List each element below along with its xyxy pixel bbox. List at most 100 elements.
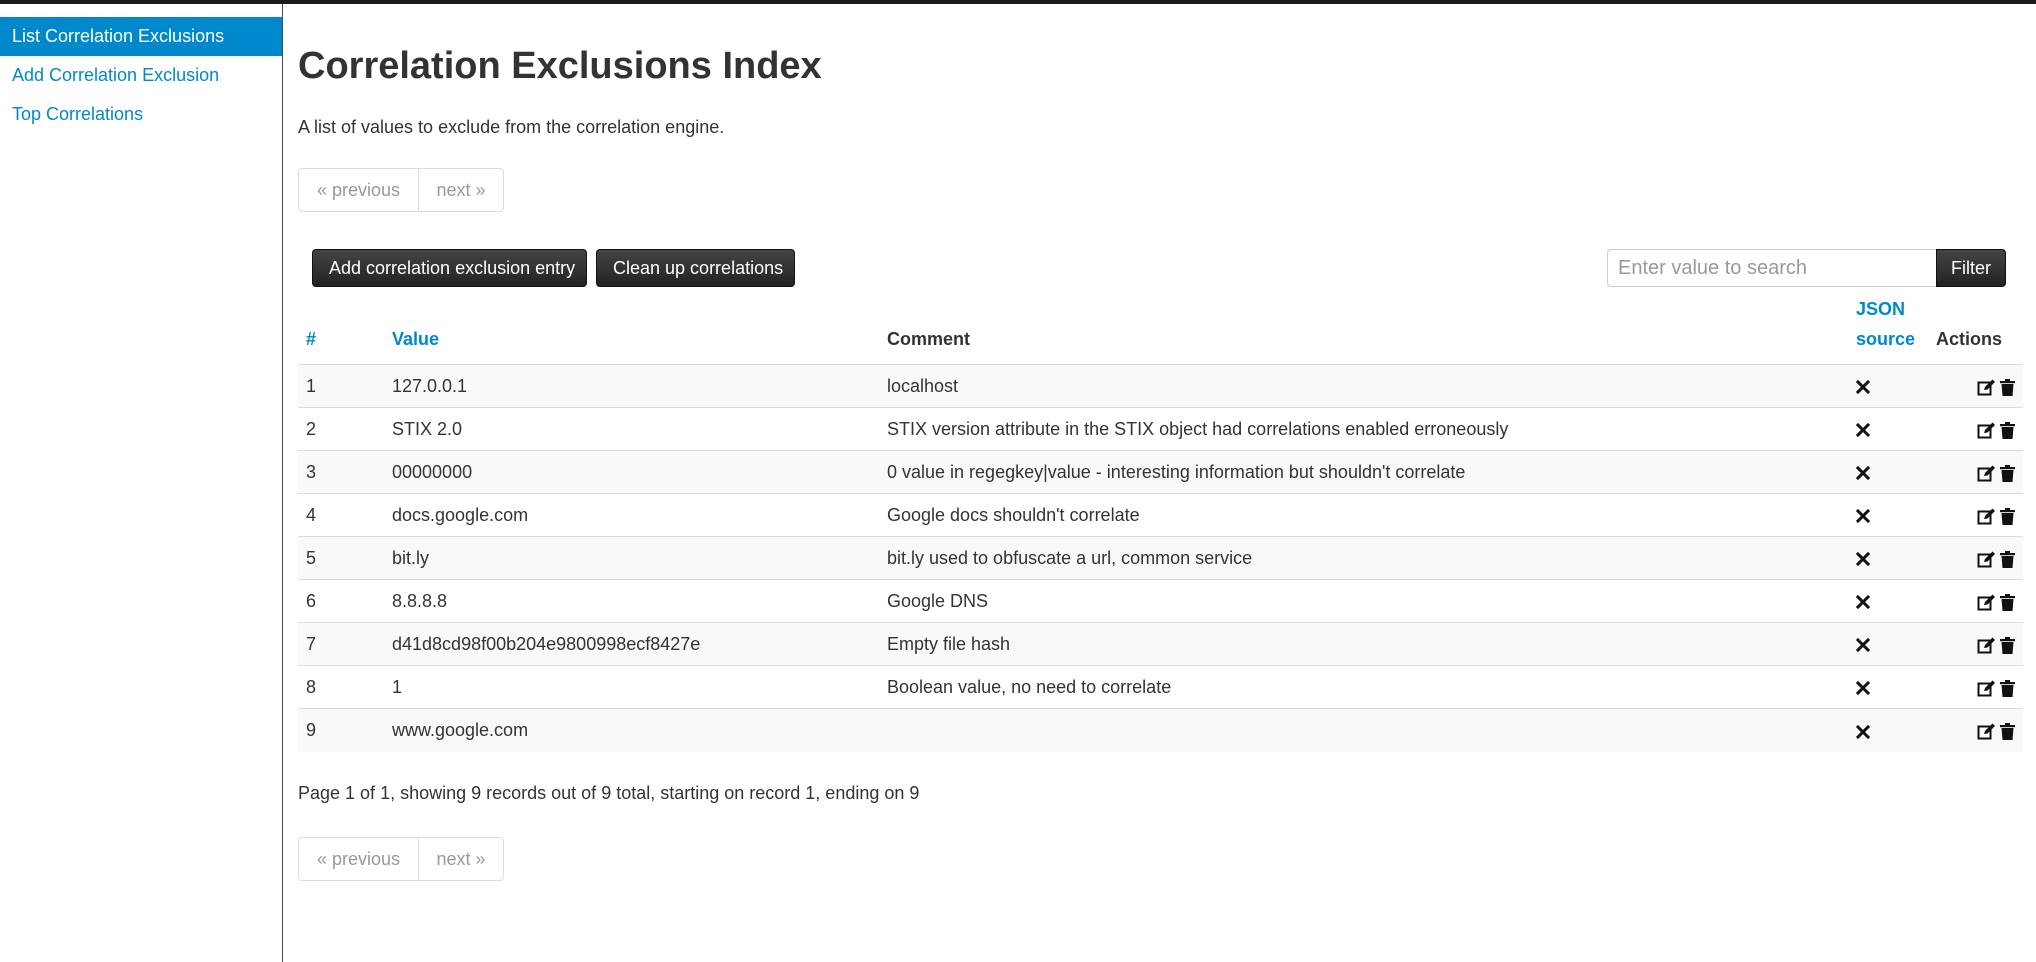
cell-id: 9 <box>298 708 384 752</box>
table-row: 9 www.google.com <box>298 708 2023 752</box>
search-input[interactable] <box>1607 249 1936 287</box>
cell-actions <box>1928 622 2023 666</box>
times-icon <box>1856 638 1870 653</box>
cell-json-source <box>1848 407 1928 451</box>
next-page-button-bottom[interactable]: next » <box>419 838 503 880</box>
edit-icon[interactable] <box>1977 551 1996 568</box>
column-header-actions: Actions <box>1928 294 2023 365</box>
cell-json-source <box>1848 665 1928 709</box>
edit-icon[interactable] <box>1977 594 1996 611</box>
filter-button[interactable]: Filter <box>1936 249 2006 287</box>
edit-icon[interactable] <box>1977 379 1996 396</box>
edit-icon[interactable] <box>1977 422 1996 439</box>
cell-comment: localhost <box>879 364 1848 408</box>
pagination-bottom: « previous next » <box>298 837 504 881</box>
cell-value: 8.8.8.8 <box>384 579 879 623</box>
previous-page-button[interactable]: « previous <box>299 169 419 211</box>
table-row: 5 bit.ly bit.ly used to obfuscate a url, c… <box>298 536 2023 580</box>
cell-id: 1 <box>298 364 384 408</box>
edit-icon[interactable] <box>1977 465 1996 482</box>
cell-comment: bit.ly used to obfuscate a url, common s… <box>879 536 1848 580</box>
table-row: 7 d41d8cd98f00b204e9800998ecf8427e Empty f… <box>298 622 2023 666</box>
cell-value: d41d8cd98f00b204e9800998ecf8427e <box>384 622 879 666</box>
times-icon <box>1856 724 1870 739</box>
pagination-top: « previous next » <box>298 168 504 212</box>
previous-page-button-bottom[interactable]: « previous <box>299 838 419 880</box>
cell-id: 4 <box>298 493 384 537</box>
cell-value: 127.0.0.1 <box>384 364 879 408</box>
table-row: 3 00000000 0 value in regegkey|value - int… <box>298 450 2023 494</box>
sidebar-item-add-correlation-exclusion[interactable]: Add Correlation Exclusion <box>0 56 282 95</box>
cell-actions <box>1928 665 2023 709</box>
cell-id: 8 <box>298 665 384 709</box>
trash-icon[interactable] <box>2000 679 2015 697</box>
cell-actions <box>1928 536 2023 580</box>
edit-icon[interactable] <box>1977 723 1996 740</box>
cell-value: STIX 2.0 <box>384 407 879 451</box>
cell-id: 6 <box>298 579 384 623</box>
table-row: 1 127.0.0.1 localhost <box>298 364 2023 408</box>
trash-icon[interactable] <box>2000 593 2015 611</box>
trash-icon[interactable] <box>2000 636 2015 654</box>
cell-json-source <box>1848 450 1928 494</box>
pagination-summary: Page 1 of 1, showing 9 records out of 9 … <box>298 783 920 803</box>
trash-icon[interactable] <box>2000 421 2015 439</box>
times-icon <box>1856 681 1870 696</box>
cell-json-source <box>1848 579 1928 623</box>
column-header-value[interactable]: Value <box>384 294 879 365</box>
times-icon <box>1856 552 1870 567</box>
cell-json-source <box>1848 364 1928 408</box>
correlation-exclusions-table: # Value Comment JSON source Actions 1 127… <box>298 294 2023 752</box>
page-description: A list of values to exclude from the cor… <box>298 117 725 137</box>
trash-icon[interactable] <box>2000 723 2015 740</box>
cell-json-source <box>1848 493 1928 537</box>
page-title: Correlation Exclusions Index <box>298 45 822 87</box>
cell-id: 7 <box>298 622 384 666</box>
cell-comment: Boolean value, no need to correlate <box>879 665 1848 709</box>
cell-id: 5 <box>298 536 384 580</box>
cell-comment: 0 value in regegkey|value - interesting … <box>879 450 1848 494</box>
trash-icon[interactable] <box>2000 550 2015 568</box>
json-header-line1: JSON <box>1856 299 1906 319</box>
cell-actions <box>1928 579 2023 623</box>
cell-actions <box>1928 493 2023 537</box>
cell-value: www.google.com <box>384 708 879 752</box>
next-page-button[interactable]: next » <box>419 169 503 211</box>
cell-value: 00000000 <box>384 450 879 494</box>
column-header-id[interactable]: # <box>298 294 384 365</box>
cell-comment: Google docs shouldn't correlate <box>879 493 1848 537</box>
table-row: 4 docs.google.com Google docs shouldn't co… <box>298 493 2023 537</box>
cell-comment: Google DNS <box>879 579 1848 623</box>
clean-up-correlations-button[interactable]: Clean up correlations <box>596 249 795 287</box>
trash-icon[interactable] <box>2000 464 2015 482</box>
cell-value: docs.google.com <box>384 493 879 537</box>
json-header-line2: source <box>1856 329 1916 349</box>
cell-value: bit.ly <box>384 536 879 580</box>
cell-comment: Empty file hash <box>879 622 1848 666</box>
times-icon <box>1856 509 1870 524</box>
trash-icon[interactable] <box>2000 378 2015 396</box>
sidebar-item-top-correlations[interactable]: Top Correlations <box>0 95 282 134</box>
add-correlation-exclusion-button[interactable]: Add correlation exclusion entry <box>312 249 587 287</box>
cell-actions <box>1928 450 2023 494</box>
search-filter: Filter <box>1607 249 2006 287</box>
edit-icon[interactable] <box>1977 508 1996 525</box>
cell-json-source <box>1848 622 1928 666</box>
cell-actions <box>1928 364 2023 408</box>
table-header-row: # Value Comment JSON source Actions <box>298 294 2023 365</box>
column-header-comment: Comment <box>879 294 1848 365</box>
table-row: 2 STIX 2.0 STIX version attribute in the S… <box>298 407 2023 451</box>
column-header-json-source[interactable]: JSON source <box>1848 294 1928 365</box>
sidebar-item-list-correlation-exclusions[interactable]: List Correlation Exclusions <box>0 17 282 56</box>
cell-actions <box>1928 708 2023 752</box>
cell-json-source <box>1848 708 1928 752</box>
table-body: 1 127.0.0.1 localhost 2 STIX 2.0 STIX version… <box>298 364 2023 752</box>
edit-icon[interactable] <box>1977 637 1996 654</box>
cell-value: 1 <box>384 665 879 709</box>
cell-comment: STIX version attribute in the STIX objec… <box>879 407 1848 451</box>
trash-icon[interactable] <box>2000 507 2015 525</box>
edit-icon[interactable] <box>1977 680 1996 697</box>
table-row: 6 8.8.8.8 Google DNS <box>298 579 2023 623</box>
times-icon <box>1856 595 1870 610</box>
cell-id: 3 <box>298 450 384 494</box>
